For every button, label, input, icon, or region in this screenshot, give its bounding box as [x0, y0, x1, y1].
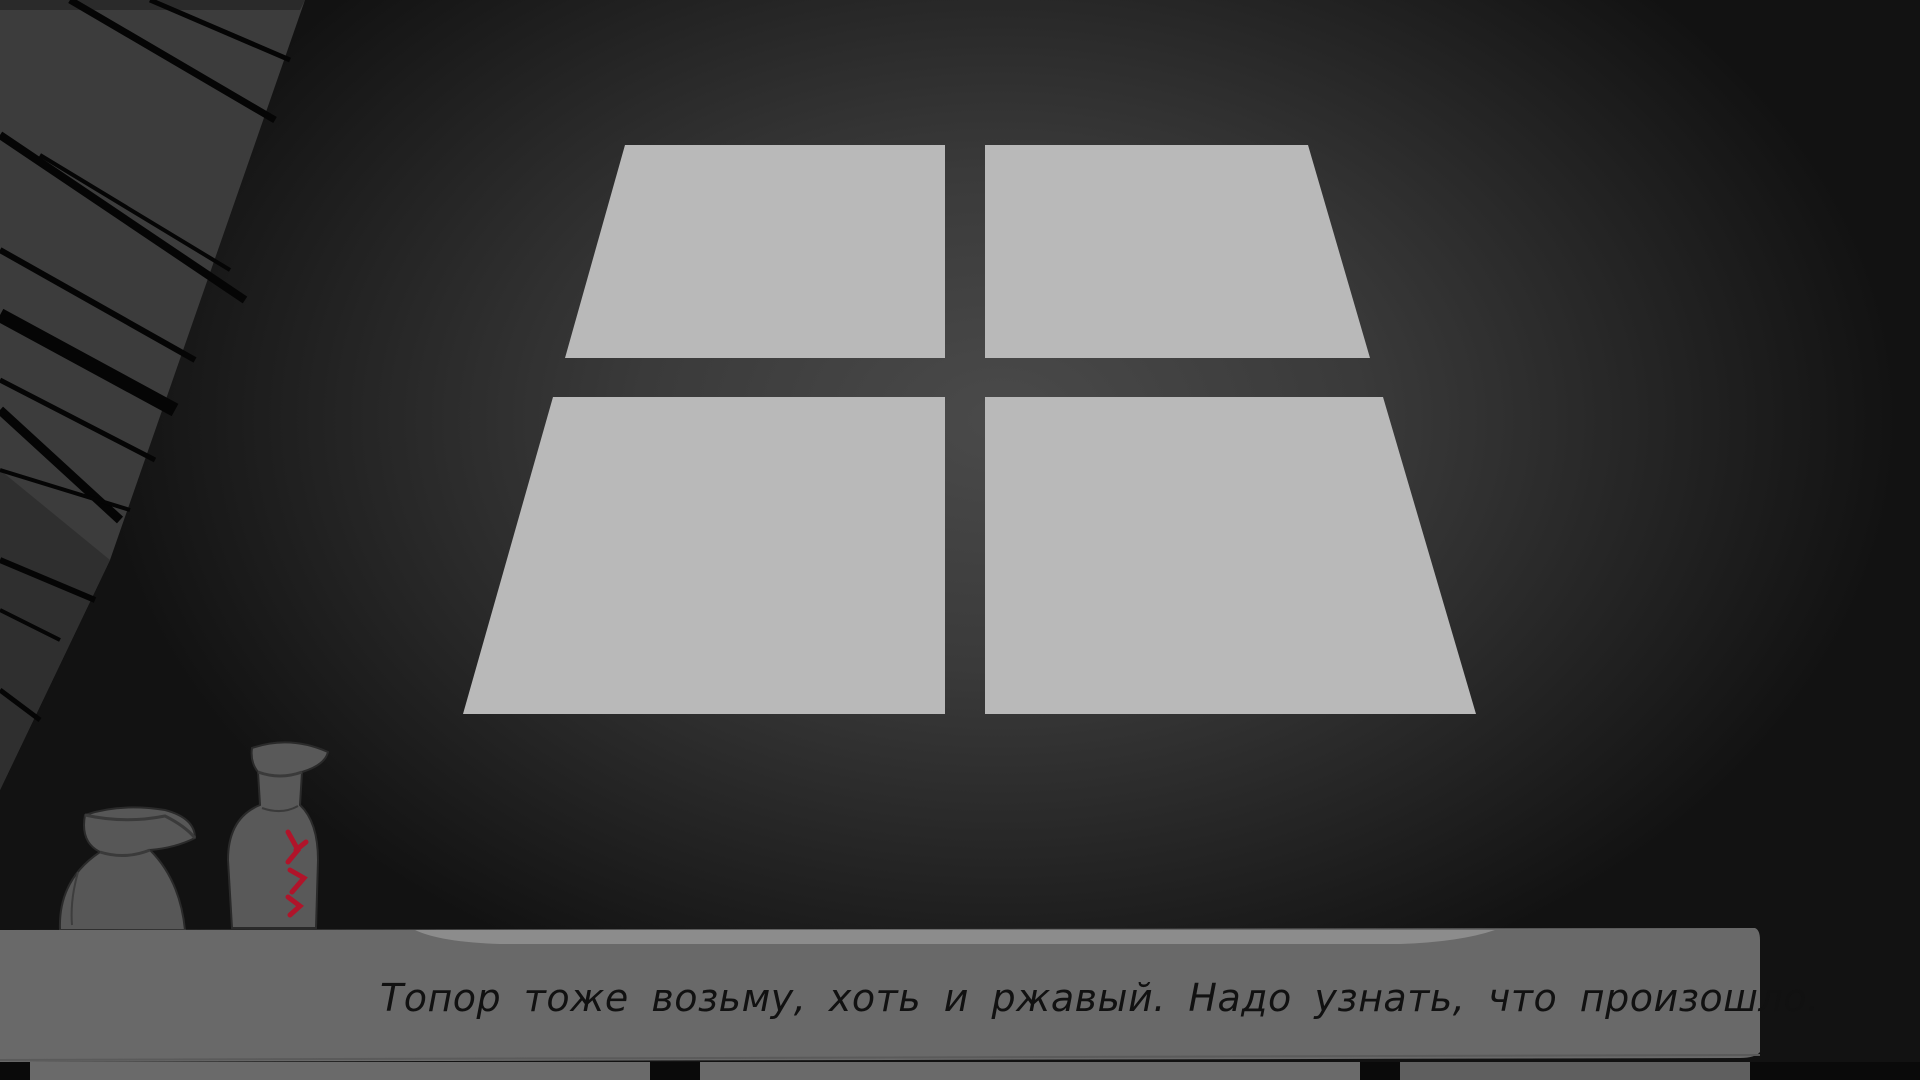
- tall-bottle: [226, 741, 330, 929]
- window-pane-bottom-right: [985, 397, 1476, 714]
- game-scene[interactable]: Топор тоже возьму, хоть и ржавый. Надо у…: [0, 0, 1920, 1080]
- window-light: [463, 145, 1476, 714]
- window-pane-top-right: [985, 145, 1370, 358]
- dialogue-text[interactable]: Топор тоже возьму, хоть и ржавый. Надо у…: [380, 968, 1819, 1028]
- window-pane-top-left: [565, 145, 945, 358]
- round-jar: [58, 806, 197, 931]
- roof-rafters: [0, 0, 305, 790]
- window-pane-bottom-left: [463, 397, 945, 714]
- scene-artwork: [0, 0, 1920, 1080]
